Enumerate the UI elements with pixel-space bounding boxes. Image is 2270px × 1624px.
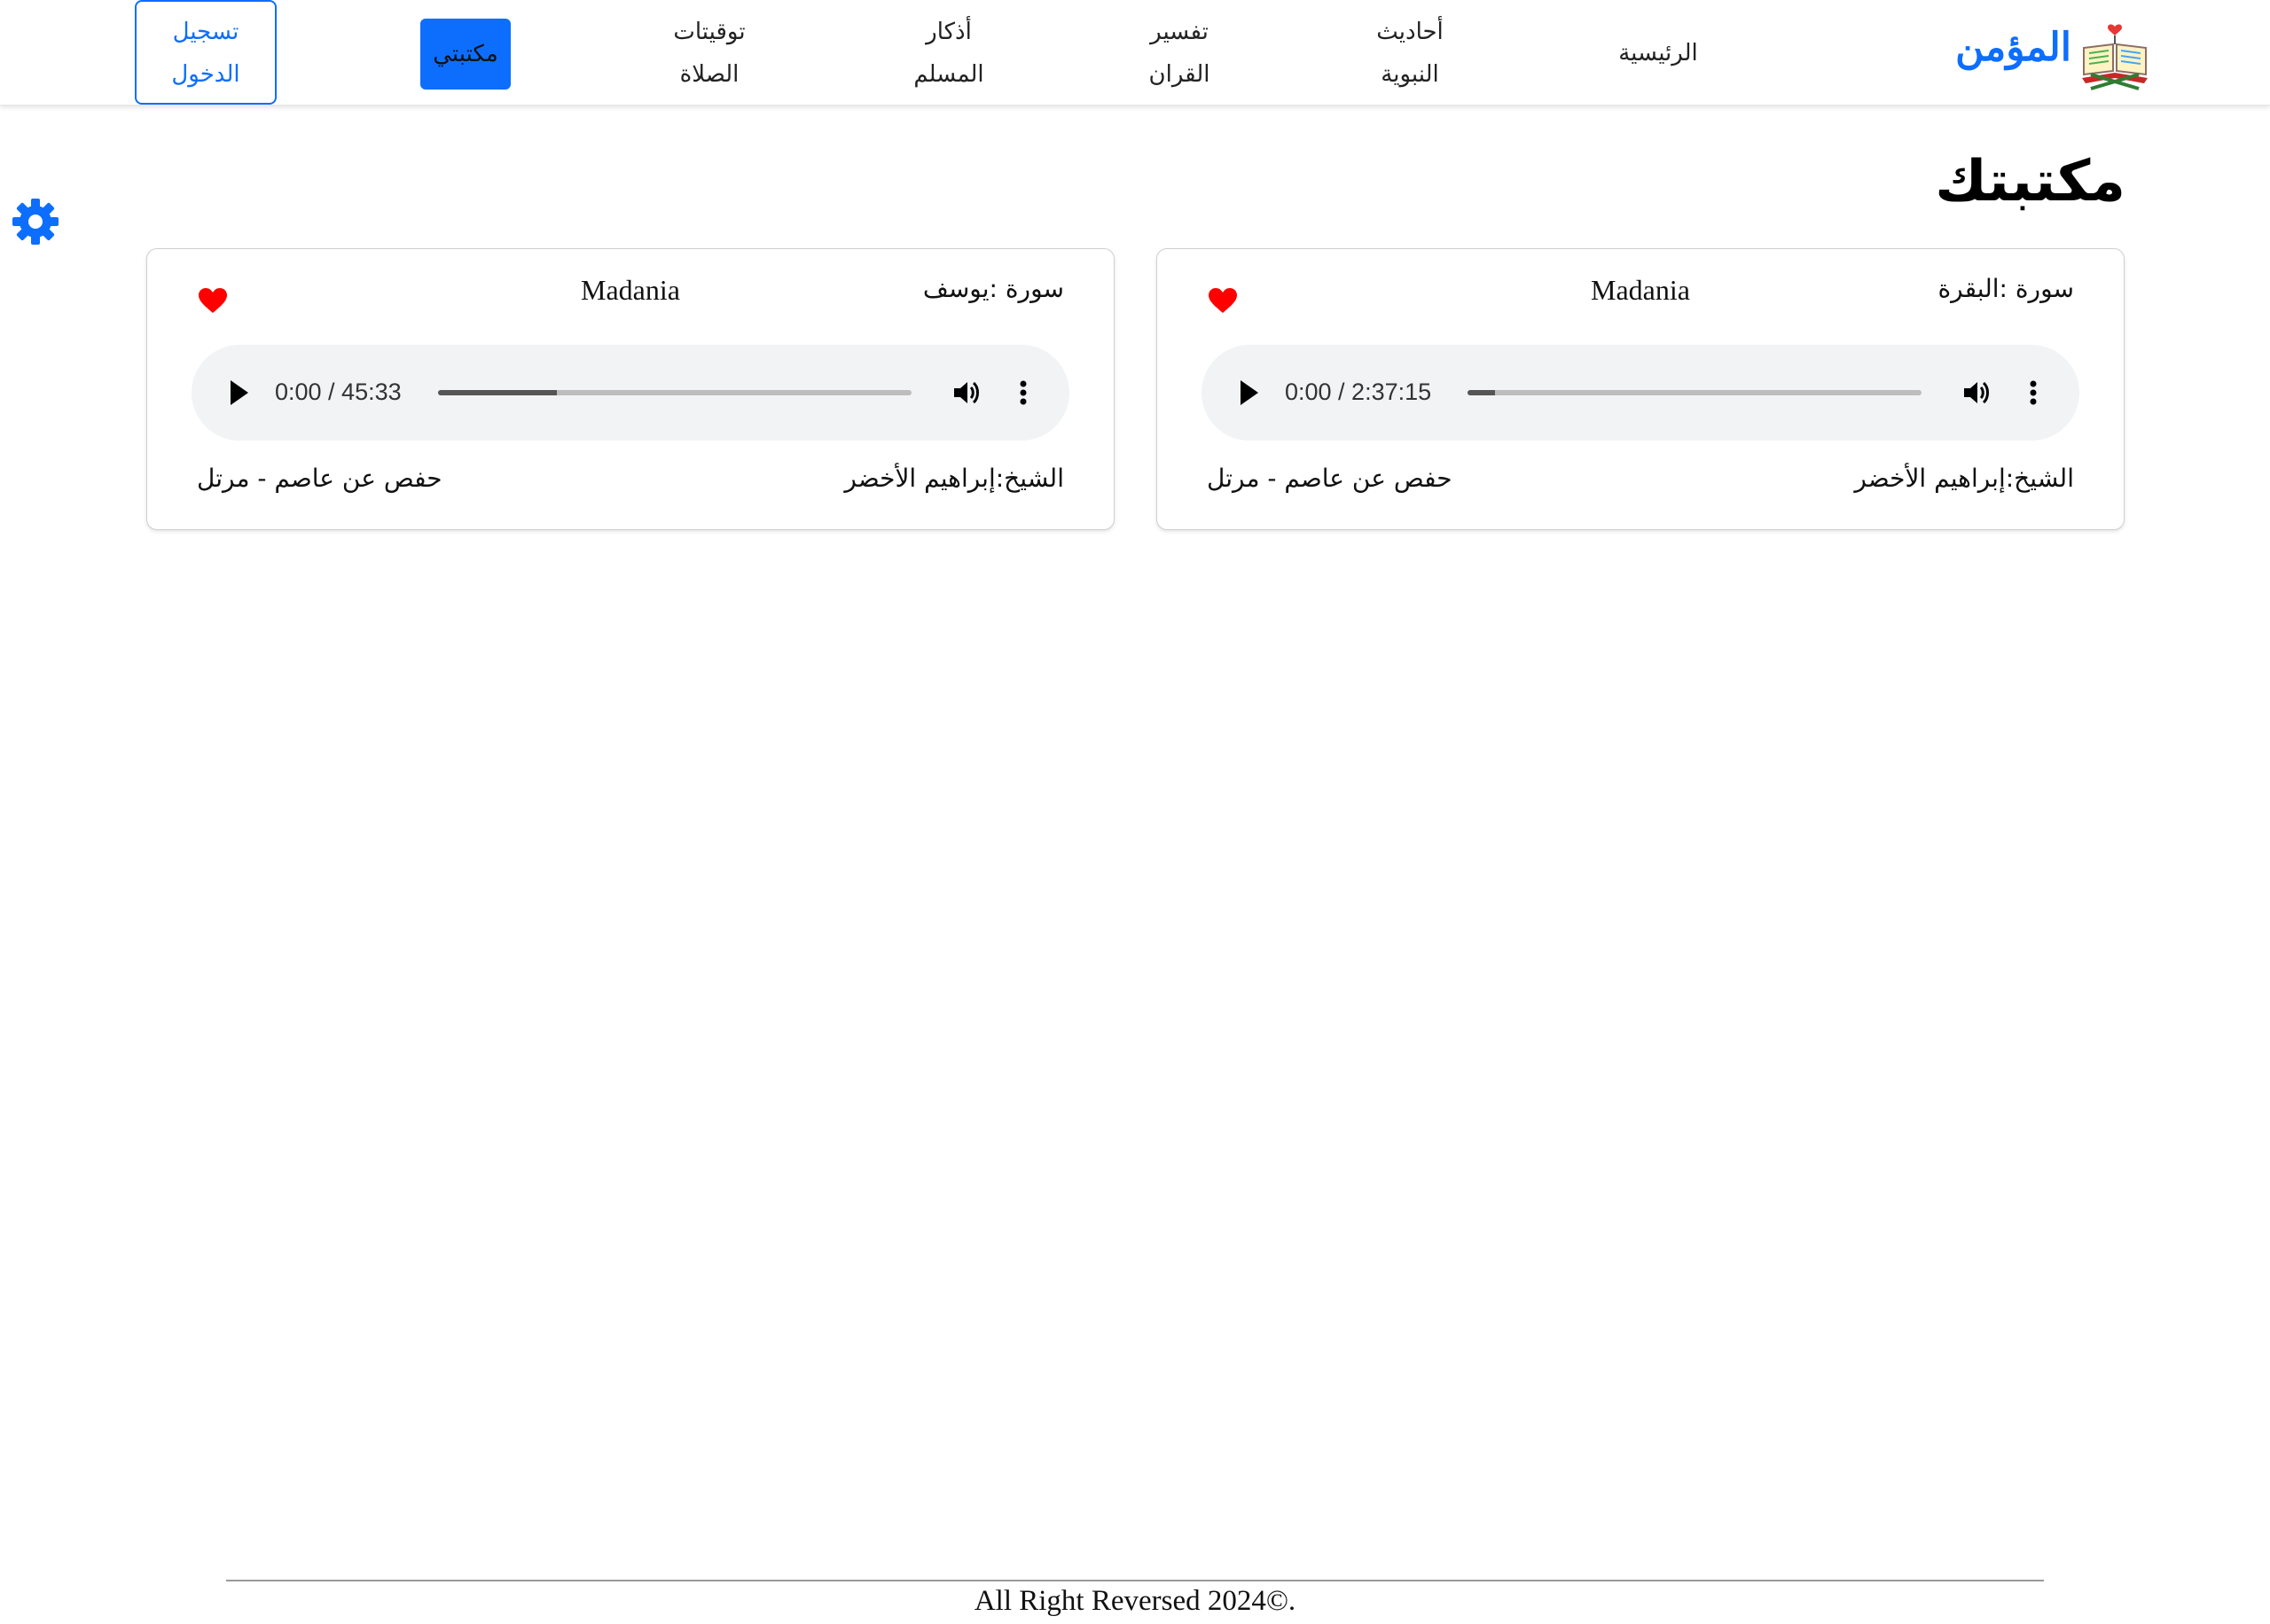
nav-adhkar-label-line2: المسلم — [913, 61, 984, 88]
footer-copyright: All Right Reversed 2024©. — [974, 1585, 1296, 1617]
library-card: سورة :يوسف Madania 0:00 / 45:33 الشيخ:إب… — [146, 248, 1115, 530]
seek-bar[interactable] — [1468, 390, 1922, 395]
rewaya-name: حفص عن عاصم - مرتل — [197, 464, 442, 493]
play-icon[interactable] — [225, 377, 252, 409]
heart-icon[interactable] — [1207, 286, 1239, 315]
nav-hadith-label-line2: النبوية — [1381, 61, 1439, 88]
brand[interactable]: المؤمن — [1955, 16, 2151, 90]
navbar: المؤمن الرئيسية أحاديث النبوية تفسير الق… — [0, 0, 2270, 105]
nav-home[interactable]: الرئيسية — [1605, 32, 1711, 74]
play-icon[interactable] — [1235, 377, 1262, 409]
sheikh-name: الشيخ:إبراهيم الأخضر — [844, 464, 1064, 493]
gear-icon[interactable] — [9, 195, 62, 248]
more-options-icon[interactable] — [1014, 375, 1032, 410]
sheikh-name: الشيخ:إبراهيم الأخضر — [1854, 464, 2074, 493]
login-label-line2: الدخول — [171, 61, 240, 88]
open-quran-book-icon — [2082, 24, 2148, 90]
nav-my-library[interactable]: مكتبتي — [420, 19, 511, 90]
nav-library-label: مكتبتي — [433, 41, 498, 67]
nav-adhkar[interactable]: أذكار المسلم — [896, 11, 1002, 96]
more-options-icon[interactable] — [2024, 375, 2042, 410]
nav-tafsir-label-line2: القران — [1148, 61, 1210, 88]
volume-icon[interactable] — [1959, 375, 1994, 410]
footer-divider — [226, 1580, 2044, 1581]
login-button[interactable]: تسجيل الدخول — [135, 0, 277, 105]
nav-hadith-label-line1: أحاديث — [1376, 19, 1444, 45]
heart-icon[interactable] — [197, 286, 229, 315]
surah-type: Madania — [581, 274, 680, 306]
surah-type: Madania — [1591, 274, 1690, 306]
seek-progress — [1468, 390, 1495, 395]
seek-progress — [438, 390, 557, 395]
audio-player: 0:00 / 45:33 — [192, 345, 1069, 441]
rewaya-name: حفص عن عاصم - مرتل — [1207, 464, 1452, 493]
nav-home-label: الرئيسية — [1618, 40, 1698, 66]
nav-hadith[interactable]: أحاديث النبوية — [1357, 11, 1463, 96]
nav-tafsir-label-line1: تفسير — [1150, 19, 1209, 45]
seek-bar[interactable] — [438, 390, 912, 395]
nav-prayer-times[interactable]: توقيتات الصلاة — [647, 11, 771, 96]
time-display: 0:00 / 2:37:15 — [1285, 379, 1432, 405]
nav-prayer-label-line2: الصلاة — [679, 61, 740, 88]
login-label-line1: تسجيل — [172, 19, 239, 45]
time-display: 0:00 / 45:33 — [275, 379, 402, 405]
page-title: مكتبتك — [1935, 149, 2125, 215]
nav-prayer-label-line1: توقيتات — [673, 19, 746, 45]
nav-tafsir[interactable]: تفسير القران — [1126, 11, 1233, 96]
library-card: سورة :البقرة Madania 0:00 / 2:37:15 الشي… — [1156, 248, 2125, 530]
nav-adhkar-label-line1: أذكار — [926, 19, 972, 45]
volume-icon[interactable] — [949, 375, 984, 410]
audio-player: 0:00 / 2:37:15 — [1202, 345, 2079, 441]
brand-name: المؤمن — [1955, 25, 2071, 70]
